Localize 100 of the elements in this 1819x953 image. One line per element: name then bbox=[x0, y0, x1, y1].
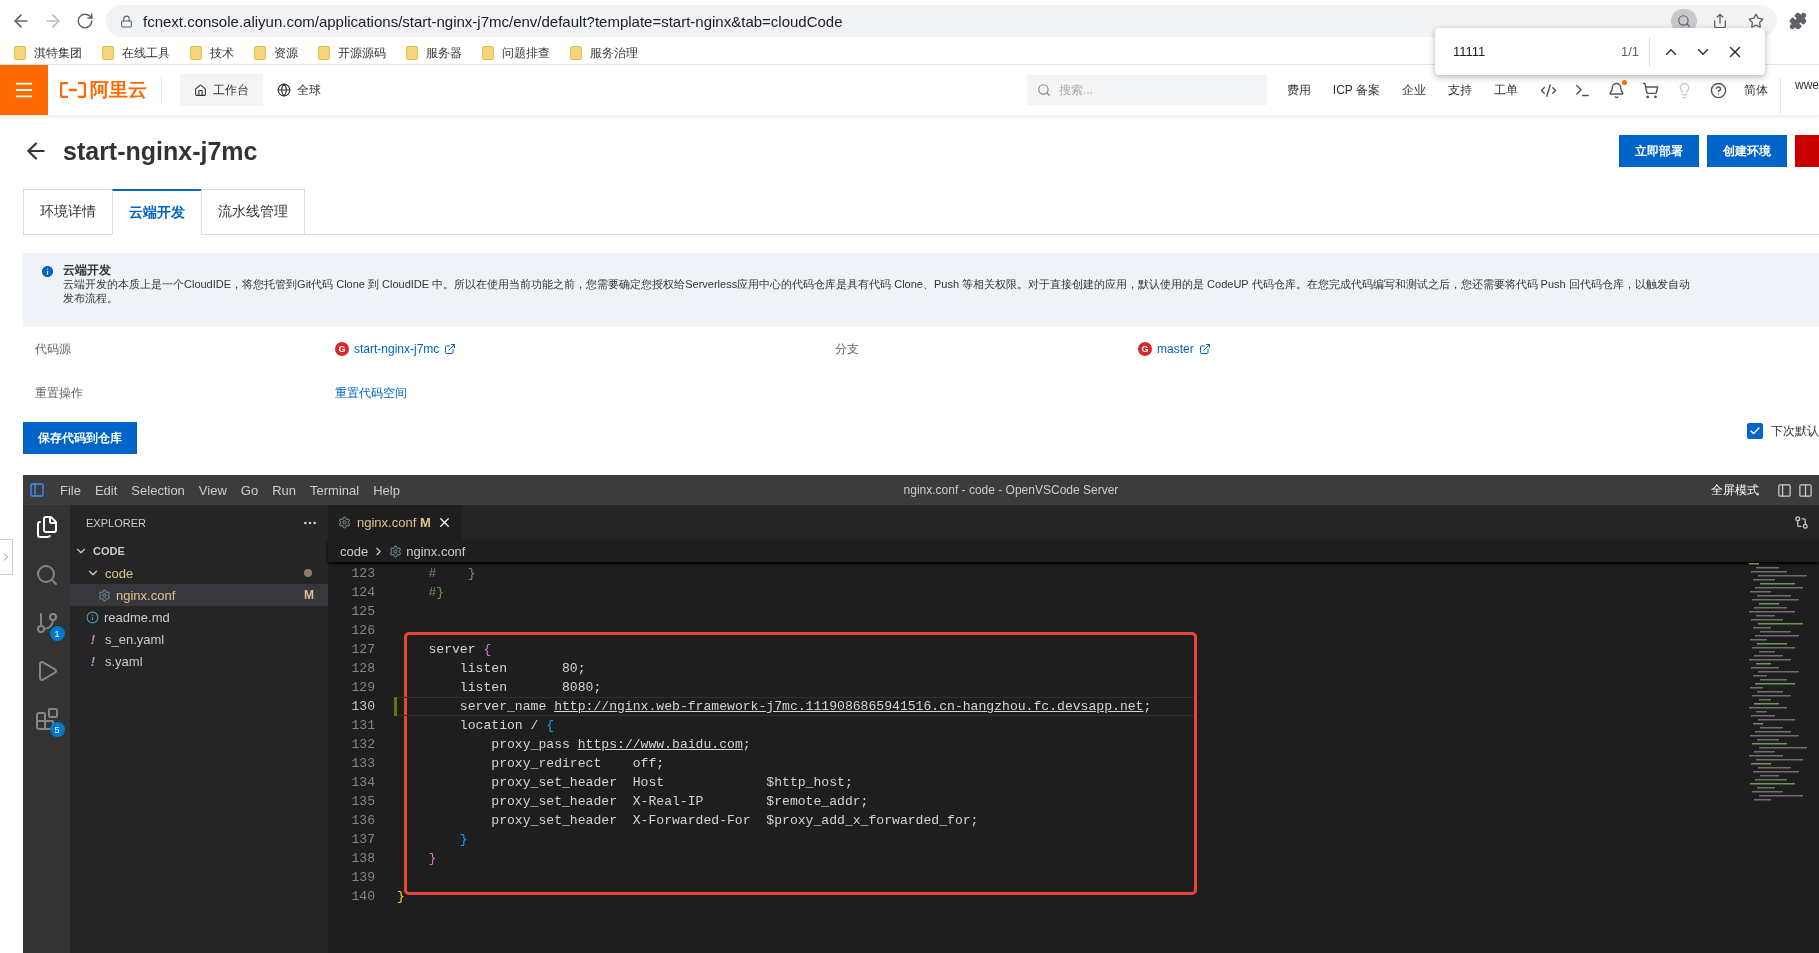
extensions-icon[interactable] bbox=[34, 707, 59, 731]
menu-item[interactable]: View bbox=[191, 482, 234, 498]
bookmark[interactable]: 服务器 bbox=[406, 44, 462, 62]
value-link[interactable]: master bbox=[1157, 342, 1194, 356]
line-number: 139 bbox=[351, 869, 376, 887]
modified-dot bbox=[304, 569, 312, 577]
folder-icon bbox=[254, 46, 266, 60]
breadcrumb[interactable]: code bbox=[340, 543, 369, 559]
language-link[interactable]: 简体 bbox=[1744, 81, 1768, 99]
value-link[interactable]: start-nginx-j7mc bbox=[354, 342, 440, 356]
tab[interactable]: 流水线管理 bbox=[201, 189, 305, 235]
code-line: } bbox=[397, 888, 406, 906]
help-icon[interactable] bbox=[1710, 81, 1727, 99]
fullscreen-button[interactable]: 全屏模式 bbox=[1705, 480, 1765, 500]
file-tree-item[interactable]: code bbox=[70, 562, 328, 584]
lock-icon bbox=[120, 14, 133, 28]
action-button[interactable]: 创建环境 bbox=[1707, 135, 1787, 167]
code-icon[interactable] bbox=[1540, 81, 1557, 99]
bookmark[interactable]: 淇特集团 bbox=[14, 44, 82, 62]
value-link[interactable]: 重置代码空间 bbox=[335, 384, 407, 402]
bookmark[interactable]: 开源源码 bbox=[318, 44, 386, 62]
puzzle-icon[interactable] bbox=[1787, 10, 1809, 32]
code-line: proxy_pass https://www.baidu.com; bbox=[490, 736, 752, 754]
workbench-button[interactable]: 工作台 bbox=[180, 74, 263, 106]
nav-link[interactable]: 费用 bbox=[1286, 81, 1311, 99]
menu-item[interactable]: File bbox=[53, 482, 88, 498]
field-label: 分支 bbox=[835, 340, 860, 358]
yaml-icon: ! bbox=[86, 653, 100, 669]
line-number: 123 bbox=[351, 565, 376, 583]
expand-handle[interactable] bbox=[0, 539, 13, 575]
page-title: start-nginx-j7mc bbox=[63, 136, 259, 166]
external-link-icon[interactable] bbox=[444, 343, 457, 355]
file-tree-item[interactable]: readme.md bbox=[70, 606, 328, 628]
folder-icon bbox=[318, 46, 330, 60]
folder-icon bbox=[570, 46, 582, 60]
window-title: nginx.conf - code - OpenVSCode Server bbox=[902, 483, 1120, 497]
bookmark[interactable]: 服务治理 bbox=[570, 44, 638, 62]
file-tree-item[interactable]: ! s.yaml bbox=[70, 650, 328, 672]
search-icon[interactable] bbox=[34, 563, 59, 587]
nav-link[interactable]: ICP 备案 bbox=[1332, 81, 1380, 99]
action-button[interactable]: 立即部署 bbox=[1619, 135, 1699, 167]
menu-item[interactable]: Edit bbox=[87, 482, 125, 498]
bookmark[interactable]: 问题排查 bbox=[482, 44, 550, 62]
repo-logo: G bbox=[335, 342, 349, 356]
address-bar[interactable]: fcnext.console.aliyun.com/applications/start-nginx-j7mc/env/default?template=start-nginx&tab=cloudCode bbox=[106, 5, 1777, 37]
nav-link[interactable]: 支持 bbox=[1448, 81, 1472, 99]
menu-item[interactable]: Go bbox=[233, 482, 266, 498]
line-number: 132 bbox=[351, 736, 376, 754]
user-name[interactable]: wwe bbox=[1780, 78, 1819, 114]
save-button[interactable]: 保存代码到仓库 bbox=[23, 422, 137, 454]
checkbox[interactable] bbox=[1747, 423, 1763, 439]
tab[interactable]: 云端开发 bbox=[112, 189, 201, 235]
code-line: } bbox=[458, 831, 469, 849]
bookmark[interactable]: 技术 bbox=[190, 44, 234, 62]
editor-tab[interactable]: nginx.conf M bbox=[328, 505, 462, 540]
source-control-icon[interactable] bbox=[34, 611, 59, 635]
menu-button[interactable] bbox=[0, 65, 48, 115]
compare-icon[interactable] bbox=[1794, 515, 1809, 530]
line-number: 134 bbox=[351, 774, 376, 792]
bookmark[interactable]: 在线工具 bbox=[102, 44, 170, 62]
folder-icon bbox=[406, 46, 418, 60]
menu-item[interactable]: Help bbox=[366, 482, 407, 498]
notice-text: 云端开发的本质上是一个CloudIDE，将您托管到Git代码 Clone 到 CloudIDE 中。所以在使用当前功能之前，您需要确定您授权给Serverless应用中心的代码仓库是具有代码 Clone、Push 等相关权限。对于直接创建的应用，默认使用的是 CodeUP 代码仓库。在您完成代码编写和测试之后，您还需要将代码 Push 回代码仓库，以触发自动 bbox=[63, 277, 1690, 291]
code-line: proxy_redirect off; bbox=[490, 755, 666, 773]
sidebar-toggle-icon[interactable] bbox=[1777, 482, 1792, 498]
line-number: 126 bbox=[351, 622, 376, 640]
yaml-icon: ! bbox=[86, 631, 100, 647]
check-icon bbox=[1749, 425, 1761, 437]
line-number: 128 bbox=[351, 660, 376, 678]
notice-text: 发布流程。 bbox=[63, 291, 119, 305]
breadcrumb[interactable]: nginx.conf bbox=[406, 543, 466, 559]
menu-item[interactable]: Run bbox=[265, 482, 303, 498]
files-icon[interactable] bbox=[34, 515, 59, 539]
menu-item[interactable]: Terminal bbox=[303, 482, 367, 498]
folder-icon bbox=[482, 46, 494, 60]
nav-link[interactable]: 企业 bbox=[1402, 81, 1426, 99]
info-icon bbox=[40, 264, 55, 279]
external-link-icon[interactable] bbox=[1198, 343, 1211, 355]
sidebar-title: EXPLORER bbox=[86, 516, 146, 529]
line-number: 135 bbox=[351, 793, 376, 811]
search-field[interactable]: 搜索... bbox=[1026, 75, 1267, 105]
file-tree-item[interactable]: ! s_en.yaml bbox=[70, 628, 328, 650]
layout-icon[interactable] bbox=[1798, 482, 1813, 498]
tab[interactable]: 环境详情 bbox=[23, 189, 112, 235]
field-label: 重置操作 bbox=[35, 384, 84, 402]
nav-link[interactable]: 工单 bbox=[1494, 81, 1518, 99]
file-tree-item[interactable]: nginx.conf M bbox=[70, 584, 328, 606]
code-line: server_name http://nginx.web-framework-j7mc.1119086865941516.cn-hangzhou.fc.devsapp.net; bbox=[397, 697, 1194, 716]
bell-icon[interactable] bbox=[1608, 81, 1625, 99]
folder-header[interactable]: CODE bbox=[70, 540, 328, 562]
gear-icon bbox=[389, 544, 403, 558]
menu-item[interactable]: Selection bbox=[124, 482, 192, 498]
cart-icon[interactable] bbox=[1642, 81, 1659, 99]
line-number: 130 bbox=[351, 698, 376, 716]
code-line: # } bbox=[427, 565, 477, 583]
code-line: server { bbox=[427, 641, 493, 659]
count-badge: 5 bbox=[49, 722, 65, 737]
info-icon bbox=[86, 610, 99, 624]
bookmark[interactable]: 资源 bbox=[254, 44, 298, 62]
region-button[interactable]: 全球 bbox=[263, 74, 335, 106]
